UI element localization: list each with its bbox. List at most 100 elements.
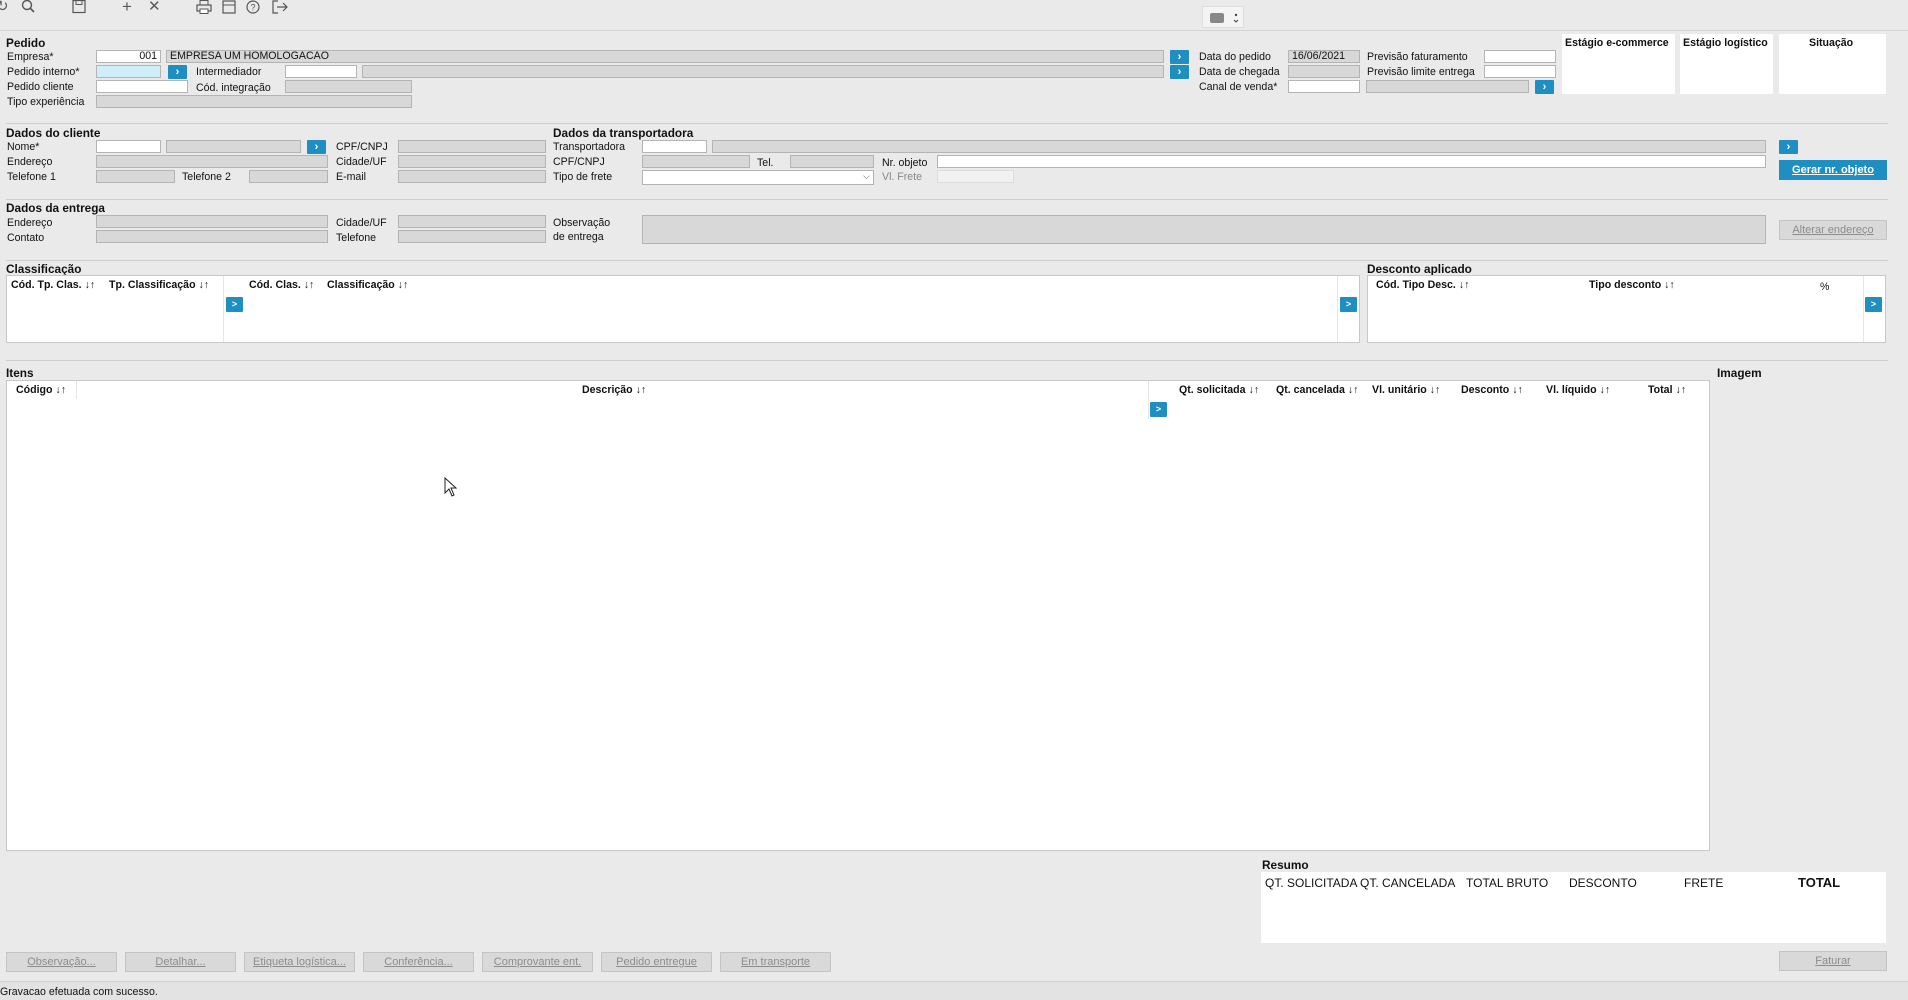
printer-icon[interactable]: [196, 0, 212, 17]
column-header[interactable]: Vl. líquido ↓↑: [1546, 384, 1610, 396]
cliente-code-field[interactable]: [96, 140, 161, 153]
keyboard-icon[interactable]: [1202, 6, 1244, 28]
cliente-email-label: E-mail: [336, 171, 367, 183]
previsao-faturamento-label: Previsão faturamento: [1367, 51, 1468, 63]
help-icon[interactable]: ?: [246, 0, 261, 17]
pedido-interno-lookup-button[interactable]: ›: [168, 65, 187, 79]
refresh-icon[interactable]: ↻: [0, 0, 9, 14]
column-header[interactable]: Total ↓↑: [1648, 384, 1686, 396]
comprovante-entrega-button[interactable]: Comprovante ent.: [482, 952, 593, 972]
em-transporte-button[interactable]: Em transporte: [720, 952, 831, 972]
column-header[interactable]: Cód. Tipo Desc. ↓↑: [1376, 279, 1469, 291]
vl-frete-field[interactable]: [937, 170, 1014, 183]
tipo-experiencia-field: [96, 95, 412, 108]
chevron-down-icon: ⌵: [863, 171, 870, 181]
cliente-nome-label: Nome*: [7, 141, 40, 153]
conferencia-button[interactable]: Conferência...: [363, 952, 474, 972]
column-header[interactable]: Qt. solicitada ↓↑: [1179, 384, 1259, 396]
observacao-button[interactable]: Observação...: [6, 952, 117, 972]
save-icon[interactable]: [72, 0, 86, 17]
calendar-icon[interactable]: [222, 0, 236, 17]
tipo-experiencia-label: Tipo experiência: [7, 96, 85, 108]
cliente-lookup-button[interactable]: ›: [307, 140, 326, 154]
detalhar-button[interactable]: Detalhar...: [125, 952, 236, 972]
transportadora-label: Transportadora: [553, 141, 626, 153]
canal-venda-lookup-button[interactable]: ›: [1535, 80, 1554, 94]
intermediador-code-field[interactable]: [285, 65, 357, 78]
transportadora-cpf-label: CPF/CNPJ: [553, 156, 605, 168]
close-icon[interactable]: ✕: [148, 0, 161, 14]
observacao-entrega-field: [642, 215, 1766, 244]
transportadora-tel-field: [790, 155, 874, 168]
column-header[interactable]: %: [1820, 281, 1829, 293]
nr-objeto-field[interactable]: [937, 155, 1766, 168]
entrega-cidade-label: Cidade/UF: [336, 217, 387, 229]
empresa-code-field[interactable]: 001: [96, 50, 161, 63]
resumo-frete: FRETE: [1684, 876, 1724, 890]
transportadora-lookup-button[interactable]: ›: [1779, 140, 1798, 154]
cliente-title: Dados do cliente: [6, 126, 101, 140]
entrega-contato-label: Contato: [7, 232, 45, 244]
canal-venda-code-field[interactable]: [1288, 80, 1360, 93]
column-header[interactable]: Desconto ↓↑: [1461, 384, 1523, 396]
faturar-button[interactable]: Faturar: [1779, 951, 1887, 971]
column-header[interactable]: Vl. unitário ↓↑: [1372, 384, 1440, 396]
estagio-logistico-panel: Estágio logístico: [1680, 34, 1773, 94]
column-header[interactable]: Tp. Classificação ↓↑: [109, 279, 209, 291]
itens-add-button[interactable]: >: [1150, 402, 1167, 417]
data-chegada-field: [1288, 65, 1360, 78]
canal-venda-label: Canal de venda*: [1199, 81, 1278, 93]
column-header[interactable]: Cód. Tp. Clas. ↓↑: [11, 279, 95, 291]
pedido-cliente-field[interactable]: [96, 80, 188, 93]
column-divider: [1863, 276, 1864, 342]
cliente-cidade-field: [398, 155, 546, 168]
cliente-telefone1-label: Telefone 1: [7, 171, 56, 183]
gerar-nr-objeto-button[interactable]: Gerar nr. objeto: [1779, 160, 1887, 180]
resumo-panel: QT. SOLICITADA QT. CANCELADA TOTAL BRUTO…: [1261, 872, 1886, 943]
column-header[interactable]: Qt. cancelada ↓↑: [1276, 384, 1358, 396]
desconto-table[interactable]: Cód. Tipo Desc. ↓↑ Tipo desconto ↓↑ % >: [1367, 275, 1886, 343]
plus-icon[interactable]: +: [122, 0, 132, 15]
alterar-endereco-button[interactable]: Alterar endereço: [1779, 220, 1887, 240]
cliente-cpf-label: CPF/CNPJ: [336, 141, 388, 153]
resumo-qt-solicitada: QT. SOLICITADA: [1265, 876, 1358, 890]
tipo-frete-label: Tipo de frete: [553, 171, 613, 183]
cliente-telefone1-field: [96, 170, 175, 183]
search-icon[interactable]: [20, 0, 36, 17]
estagio-ecommerce-panel: Estágio e-commerce: [1562, 34, 1675, 94]
itens-table[interactable]: Código ↓↑ Descrição ↓↑ Qt. solicitada ↓↑…: [6, 380, 1710, 851]
column-header[interactable]: Cód. Clas. ↓↑: [249, 279, 314, 291]
tipo-frete-select[interactable]: ⌵: [642, 170, 874, 185]
divider: [6, 123, 1888, 124]
desconto-title: Desconto aplicado: [1367, 262, 1472, 276]
top-toolbar: ↻ + ✕ ?: [0, 0, 300, 16]
column-header[interactable]: Código ↓↑: [16, 384, 66, 396]
previsao-limite-field[interactable]: [1484, 65, 1556, 78]
exit-icon[interactable]: [272, 0, 288, 17]
transportadora-code-field[interactable]: [642, 140, 707, 153]
column-header[interactable]: Descrição ↓↑: [582, 384, 646, 396]
vl-frete-label: Vl. Frete: [882, 171, 923, 183]
transportadora-name-field: [712, 140, 1766, 153]
previsao-faturamento-field[interactable]: [1484, 50, 1556, 63]
desconto-add-button[interactable]: >: [1865, 297, 1882, 312]
toolbar-divider: [0, 30, 1908, 31]
intermediador-name-field: [362, 65, 1164, 78]
empresa-lookup-button[interactable]: ›: [1170, 50, 1189, 64]
pedido-interno-field[interactable]: [96, 65, 161, 78]
column-header[interactable]: Classificação ↓↑: [327, 279, 408, 291]
cliente-telefone2-field: [249, 170, 328, 183]
estagio-logistico-header: Estágio logístico: [1683, 37, 1768, 49]
imagem-title: Imagem: [1717, 366, 1762, 380]
classificacao-add-button[interactable]: >: [226, 297, 243, 312]
pedido-entregue-button[interactable]: Pedido entregue: [601, 952, 712, 972]
cliente-email-field: [398, 170, 546, 183]
classificacao-table[interactable]: Cód. Tp. Clas. ↓↑ Tp. Classificação ↓↑ C…: [6, 275, 1360, 343]
etiqueta-logistica-button[interactable]: Etiqueta logística...: [244, 952, 355, 972]
cliente-cpf-field: [398, 140, 546, 153]
classificacao-add-button[interactable]: >: [1340, 297, 1357, 312]
intermediador-lookup-button[interactable]: ›: [1170, 65, 1189, 79]
column-header[interactable]: Tipo desconto ↓↑: [1589, 279, 1675, 291]
nr-objeto-label: Nr. objeto: [882, 157, 928, 169]
situacao-panel: Situação: [1779, 34, 1886, 94]
